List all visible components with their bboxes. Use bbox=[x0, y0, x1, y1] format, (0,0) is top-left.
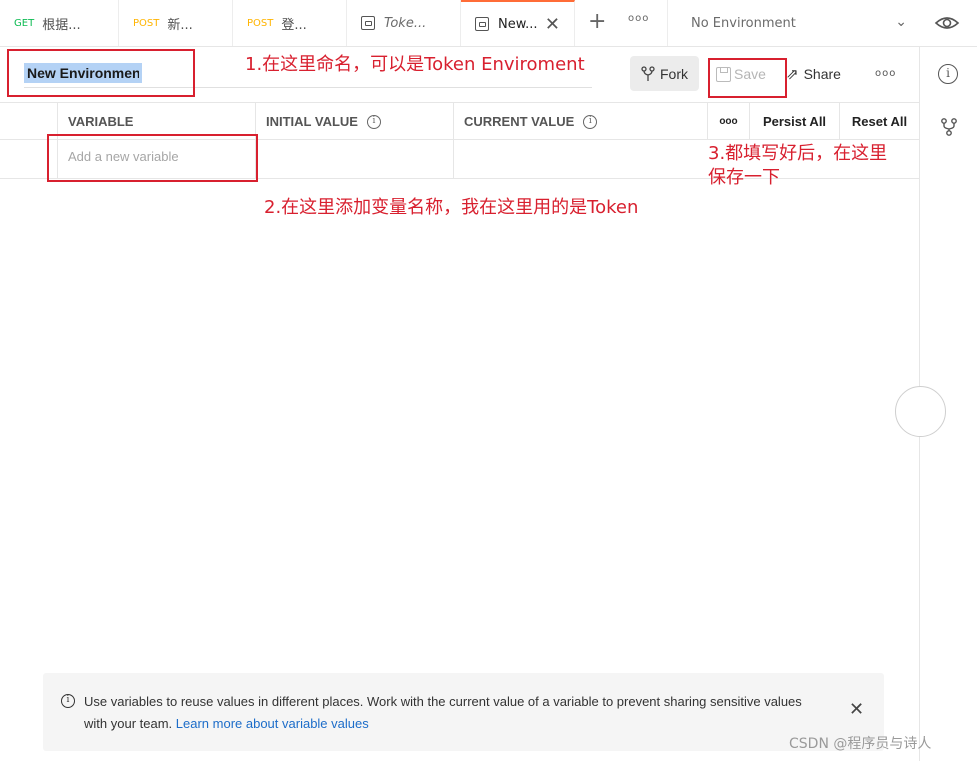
banner-text: Use variables to reuse values in differe… bbox=[84, 691, 804, 735]
reset-all-label: Reset All bbox=[851, 114, 908, 129]
annotation-step3-line2: 保存一下 bbox=[708, 167, 780, 188]
watermark: CSDN @程序员与诗人 bbox=[789, 736, 932, 752]
persist-all-button[interactable]: Persist All bbox=[749, 103, 839, 140]
tab-label: 根据... bbox=[42, 17, 81, 33]
current-value-cell[interactable] bbox=[453, 140, 707, 178]
tab-request-post-2[interactable]: POST 登... bbox=[233, 0, 347, 46]
more-tabs-icon[interactable]: ooo bbox=[628, 13, 649, 24]
tab-label: 登... bbox=[281, 17, 307, 33]
chevron-down-icon: ⌄ bbox=[895, 14, 907, 30]
tab-label: Toke... bbox=[384, 15, 427, 31]
annotation-box-variable bbox=[47, 134, 258, 182]
annotation-box-save bbox=[708, 58, 787, 98]
variables-info-banner: i Use variables to reuse values in diffe… bbox=[43, 673, 884, 751]
add-tab-icon[interactable]: + bbox=[588, 10, 606, 34]
reset-all-button[interactable]: Reset All bbox=[839, 103, 919, 140]
tab-bar: GET 根据... POST 新... POST 登... Toke... Ne… bbox=[0, 0, 977, 47]
annotation-step3-line1: 3.都填写好后，在这里 bbox=[708, 143, 888, 164]
tab-label: 新... bbox=[167, 17, 193, 33]
tab-request-get[interactable]: GET 根据... bbox=[0, 0, 119, 46]
annotation-step1: 1.在这里命名，可以是Token Enviroment bbox=[245, 54, 585, 75]
method-badge: POST bbox=[247, 17, 274, 29]
tab-environment-token[interactable]: Toke... bbox=[347, 0, 461, 46]
fork-label: Fork bbox=[660, 65, 688, 82]
environment-select[interactable]: No Environment ⌄ bbox=[667, 0, 919, 46]
column-initial-value: INITIAL VALUE i bbox=[255, 103, 453, 140]
annotation-step2: 2.在这里添加变量名称，我在这里用的是Token bbox=[264, 197, 639, 218]
fork-branch-icon[interactable] bbox=[939, 117, 959, 137]
annotation-box-name bbox=[7, 49, 195, 97]
column-more-button[interactable]: ooo bbox=[707, 103, 749, 140]
column-label: CURRENT VALUE bbox=[464, 114, 575, 129]
share-label: Share bbox=[803, 66, 841, 82]
learn-more-link[interactable]: Learn more about variable values bbox=[176, 716, 369, 731]
column-label: INITIAL VALUE bbox=[266, 114, 358, 129]
method-badge: POST bbox=[133, 17, 160, 29]
initial-value-cell[interactable] bbox=[255, 140, 453, 178]
eye-icon[interactable] bbox=[933, 12, 961, 34]
close-banner-icon[interactable]: ✕ bbox=[849, 701, 864, 719]
persist-all-label: Persist All bbox=[762, 114, 827, 129]
info-icon: i bbox=[61, 694, 75, 708]
tab-label: New... bbox=[498, 16, 538, 32]
info-icon[interactable]: i bbox=[938, 64, 958, 84]
tab-request-post-1[interactable]: POST 新... bbox=[119, 0, 233, 46]
fork-icon bbox=[641, 65, 655, 81]
floating-scroll-handle[interactable] bbox=[895, 386, 946, 437]
share-button[interactable]: ⇗ Share bbox=[786, 60, 841, 88]
column-label: VARIABLE bbox=[68, 114, 134, 129]
environment-select-value: No Environment bbox=[691, 15, 796, 31]
column-current-value: CURRENT VALUE i bbox=[453, 103, 707, 140]
tab-environment-new[interactable]: New... ✕ bbox=[461, 0, 575, 46]
close-tab-icon[interactable]: ✕ bbox=[545, 16, 560, 34]
more-actions-icon[interactable]: ooo bbox=[875, 68, 896, 79]
environment-icon bbox=[361, 16, 375, 30]
fork-button[interactable]: Fork bbox=[630, 56, 699, 91]
info-icon[interactable]: i bbox=[583, 114, 598, 129]
share-icon: ⇗ bbox=[786, 66, 799, 83]
info-icon[interactable]: i bbox=[366, 114, 381, 129]
method-badge: GET bbox=[14, 17, 35, 29]
more-icon: ooo bbox=[719, 116, 738, 127]
environment-icon bbox=[475, 17, 489, 31]
